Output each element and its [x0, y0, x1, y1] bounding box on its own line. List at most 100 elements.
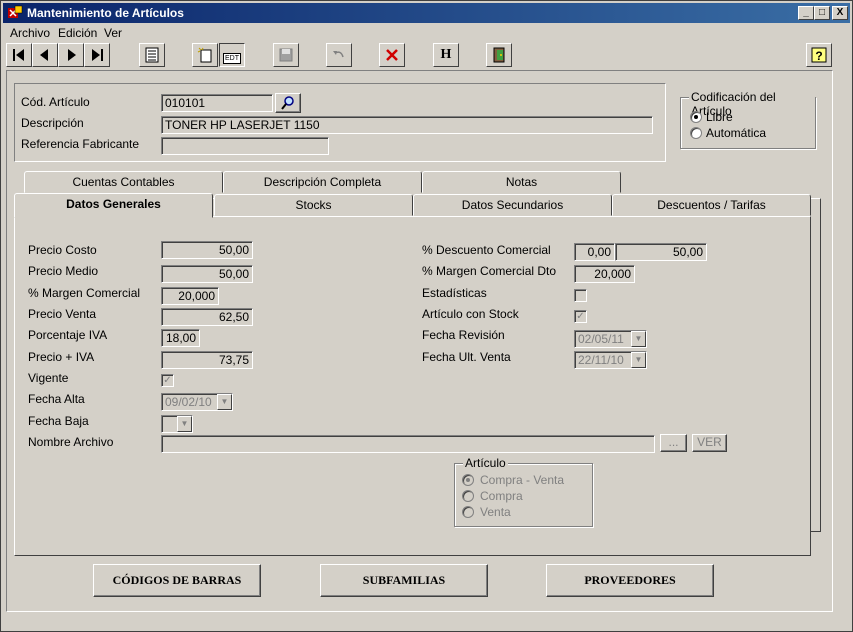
porcentaje-iva-field[interactable]: 18,00 — [161, 329, 200, 347]
browse-button[interactable]: ... — [660, 434, 687, 452]
subfamilias-button[interactable]: SUBFAMILIAS — [320, 564, 488, 597]
minimize-button[interactable]: _ — [798, 6, 814, 20]
next-icon — [68, 49, 76, 61]
close-window-button[interactable]: X — [832, 6, 848, 20]
chevron-down-icon[interactable]: ▼ — [177, 416, 192, 432]
new-record-button[interactable] — [192, 43, 218, 67]
codigos-barras-button[interactable]: CÓDIGOS DE BARRAS — [93, 564, 261, 597]
fecha-revision-value: 02/05/11 — [578, 332, 624, 346]
first-record-button[interactable] — [6, 43, 32, 67]
undo-button[interactable] — [326, 43, 352, 67]
precio-costo-label: Precio Costo — [28, 243, 97, 257]
fecha-ult-venta-picker[interactable]: 22/11/10 ▼ — [574, 351, 647, 369]
fecha-ult-venta-value: 22/11/10 — [578, 353, 624, 367]
tab-descripcion-completa[interactable]: Descripción Completa — [223, 171, 422, 193]
tab-cuentas-contables[interactable]: Cuentas Contables — [24, 171, 223, 193]
estadisticas-checkbox[interactable] — [574, 289, 587, 302]
descuento-comercial-field-2[interactable]: 50,00 — [615, 243, 707, 261]
maximize-button[interactable]: □ — [814, 6, 830, 20]
nombre-archivo-label: Nombre Archivo — [28, 435, 114, 449]
descuento-comercial-label: % Descuento Comercial — [422, 243, 551, 257]
fecha-revision-picker[interactable]: 02/05/11 ▼ — [574, 330, 647, 348]
delete-x-icon — [386, 49, 398, 61]
descripcion-label: Descripción — [21, 116, 84, 130]
fecha-revision-label: Fecha Revisión — [422, 328, 505, 342]
fecha-baja-picker[interactable]: ▼ — [161, 415, 193, 433]
app-icon — [8, 5, 23, 18]
cod-articulo-field[interactable]: 010101 — [161, 94, 273, 112]
tab-datos-generales[interactable]: Datos Generales — [14, 193, 213, 218]
chevron-down-icon[interactable]: ▼ — [631, 352, 646, 368]
last-record-button[interactable] — [84, 43, 110, 67]
list-view-button[interactable] — [139, 43, 165, 67]
articulo-group-title: Artículo — [463, 456, 508, 470]
chevron-down-icon[interactable]: ▼ — [217, 394, 232, 410]
fecha-alta-label: Fecha Alta — [28, 392, 85, 406]
margen-dto-field[interactable]: 20,000 — [574, 265, 635, 283]
proveedores-button[interactable]: PROVEEDORES — [546, 564, 714, 597]
precio-medio-label: Precio Medio — [28, 264, 99, 278]
help-icon: ? — [811, 47, 827, 63]
automatica-radio[interactable] — [690, 127, 702, 139]
venta-radio[interactable] — [462, 506, 474, 518]
fecha-alta-value: 09/02/10 — [165, 395, 212, 409]
window-title: Mantenimiento de Artículos — [27, 6, 184, 20]
tab-stocks[interactable]: Stocks — [214, 194, 413, 216]
menu-archivo[interactable]: Archivo — [10, 26, 50, 40]
delete-button[interactable] — [379, 43, 405, 67]
fecha-alta-picker[interactable]: 09/02/10 ▼ — [161, 393, 233, 411]
libre-radio[interactable] — [690, 111, 702, 123]
main-window: Mantenimiento de Artículos _ □ X Archivo… — [0, 0, 853, 632]
compra-label: Compra — [480, 489, 523, 503]
prev-icon — [40, 49, 48, 61]
help-glyph: ? — [815, 49, 822, 63]
vigente-checkbox[interactable]: ✓ — [161, 374, 174, 387]
save-icon — [279, 48, 293, 62]
exit-button[interactable] — [486, 43, 512, 67]
codificacion-group: Codificación del Artículo Libre Automáti… — [680, 90, 816, 149]
tab-datos-secundarios[interactable]: Datos Secundarios — [413, 194, 612, 216]
articulo-stock-checkbox[interactable]: ✓ — [574, 310, 587, 323]
ver-button[interactable]: VER — [692, 434, 727, 452]
estadisticas-label: Estadísticas — [422, 286, 487, 300]
prev-record-button[interactable] — [32, 43, 58, 67]
margen-comercial-field[interactable]: 20,000 — [161, 287, 219, 305]
title-bar[interactable]: Mantenimiento de Artículos _ □ X — [3, 3, 850, 23]
help-button[interactable]: ? — [806, 43, 832, 67]
new-document-icon — [197, 47, 212, 63]
menu-ver[interactable]: Ver — [104, 26, 122, 40]
precio-venta-label: Precio Venta — [28, 307, 97, 321]
articulo-group: Artículo Compra - Venta Compra Venta — [454, 456, 593, 527]
margen-comercial-label: % Margen Comercial — [28, 286, 141, 300]
edit-icon: EDT — [223, 53, 241, 64]
venta-label: Venta — [480, 505, 511, 519]
edit-mode-button[interactable]: EDT — [219, 43, 245, 67]
list-icon — [145, 47, 159, 63]
tab-descuentos-tarifas[interactable]: Descuentos / Tarifas — [612, 194, 811, 216]
next-record-button[interactable] — [58, 43, 84, 67]
search-articulo-button[interactable] — [275, 93, 301, 113]
history-button[interactable]: H — [433, 43, 459, 67]
libre-label: Libre — [706, 110, 733, 124]
compra-radio[interactable] — [462, 490, 474, 502]
referencia-field[interactable] — [161, 137, 329, 155]
fecha-ult-venta-label: Fecha Ult. Venta — [422, 350, 511, 364]
precio-iva-field[interactable]: 73,75 — [161, 351, 253, 369]
precio-medio-field[interactable]: 50,00 — [161, 265, 253, 283]
referencia-label: Referencia Fabricante — [21, 137, 140, 151]
menu-bar: Archivo Edición Ver — [3, 24, 850, 42]
last-icon — [92, 49, 103, 61]
compra-venta-label: Compra - Venta — [480, 473, 565, 487]
precio-costo-field[interactable]: 50,00 — [161, 241, 253, 259]
tab-notas[interactable]: Notas — [422, 171, 621, 193]
save-button[interactable] — [273, 43, 299, 67]
tabpage-datos-generales: Precio Costo 50,00 Precio Medio 50,00 % … — [14, 216, 811, 556]
descripcion-field[interactable]: TONER HP LASERJET 1150 — [161, 116, 653, 134]
menu-edicion[interactable]: Edición — [58, 26, 97, 40]
precio-venta-field[interactable]: 62,50 — [161, 308, 253, 326]
chevron-down-icon[interactable]: ▼ — [631, 331, 646, 347]
undo-icon — [333, 51, 344, 58]
nombre-archivo-field[interactable] — [161, 435, 655, 453]
descuento-comercial-field-1[interactable]: 0,00 — [574, 243, 615, 261]
compra-venta-radio[interactable] — [462, 474, 474, 486]
